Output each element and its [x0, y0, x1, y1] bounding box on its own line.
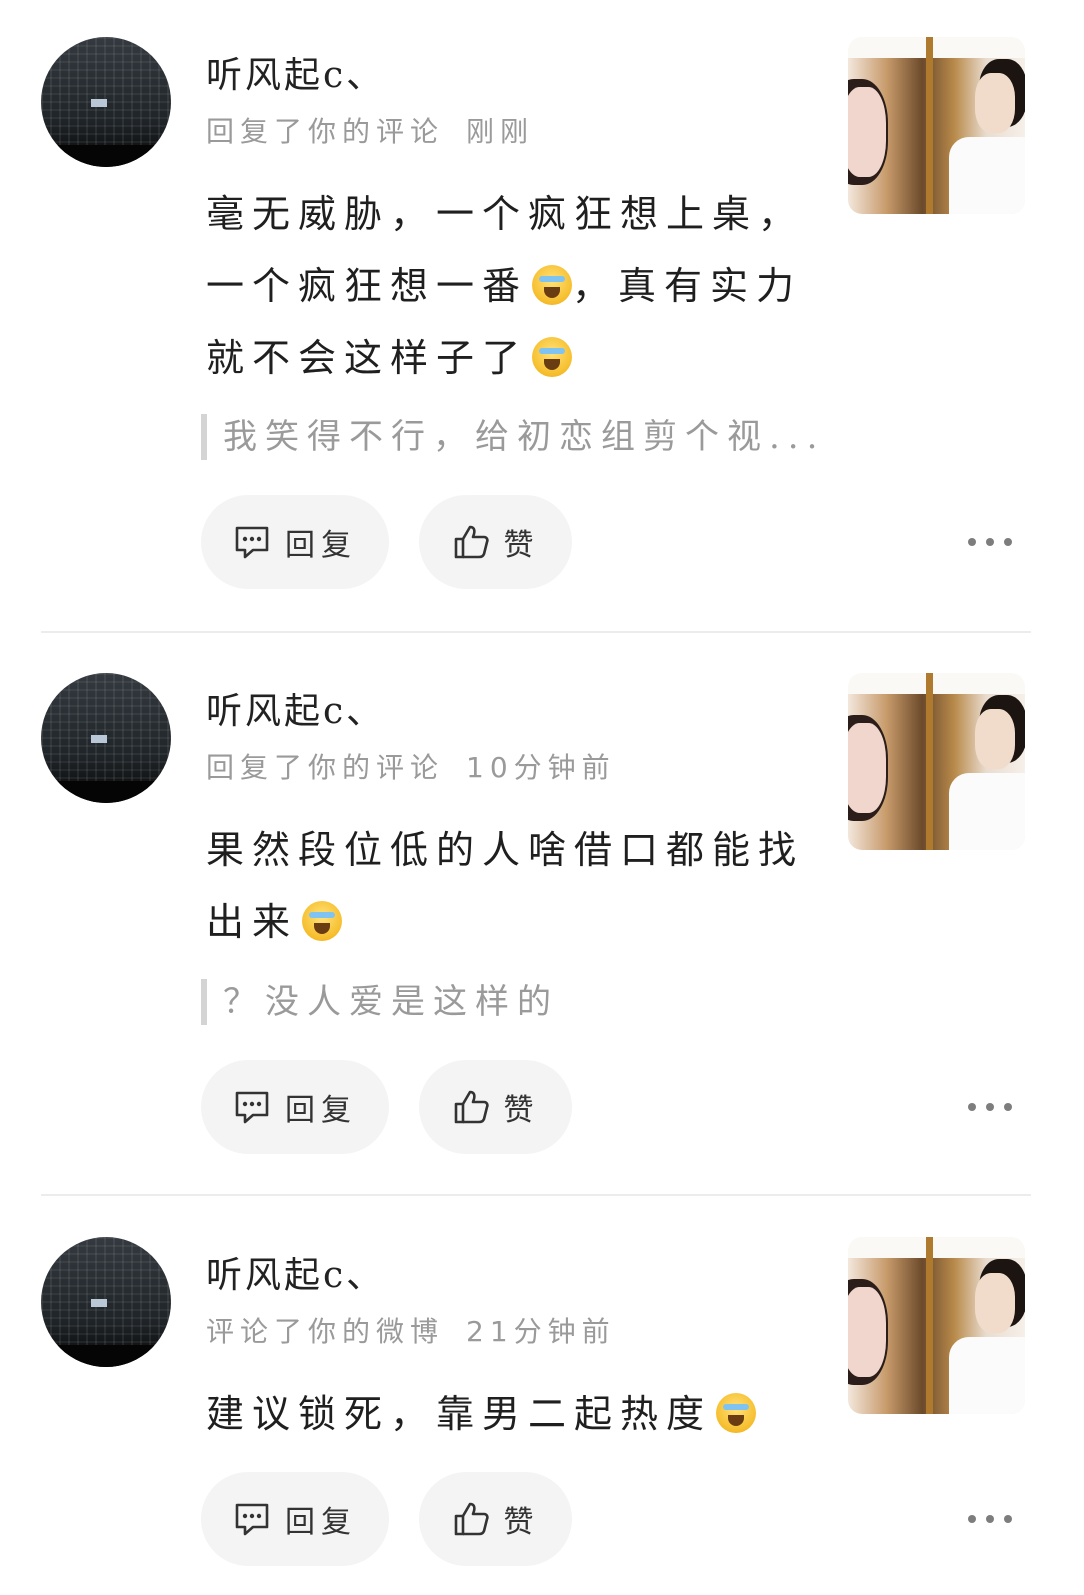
avatar-ground-decoration — [41, 1345, 171, 1367]
like-label: 赞 — [503, 528, 540, 563]
comment-body[interactable]: 建议锁死，靠男二起热度 — [206, 1378, 806, 1450]
quoted-comment[interactable]: ？没人爱是这样的 — [201, 979, 559, 1025]
thumbnail-figure-right — [975, 73, 1015, 133]
thumbnail-figure-left — [848, 723, 886, 813]
like-label: 赞 — [503, 1505, 540, 1540]
thumbnail-figure-right — [975, 709, 1015, 769]
more-options-icon[interactable] — [968, 1509, 1012, 1529]
comment-body[interactable]: 毫无威胁，一个疯狂想上桌， 一个疯狂想一番 ，真有实力 就不会这样子了 — [206, 178, 806, 394]
more-options-icon[interactable] — [968, 532, 1012, 552]
notification-meta: 回复了你的评论 刚刚 — [206, 110, 534, 150]
reply-button[interactable]: 回复 — [201, 1472, 389, 1566]
avatar-window-decoration — [91, 735, 107, 743]
like-button[interactable]: 赞 — [419, 1472, 572, 1566]
action-text: 回复了你的评论 — [206, 115, 445, 148]
reply-label: 回复 — [285, 528, 357, 563]
comment-line: 建议锁死，靠男二起热度 — [206, 1378, 806, 1450]
action-text: 回复了你的评论 — [206, 751, 445, 784]
thumbs-up-icon — [452, 1500, 490, 1538]
thumbnail-clothing — [949, 773, 1025, 850]
crying-laughing-emoji-icon — [532, 337, 573, 377]
notification-item[interactable]: 听风起c、 评论了你的微博 21分钟前 建议锁死，靠男二起热度 回复 赞 — [0, 1196, 1084, 1595]
crying-laughing-emoji-icon — [532, 265, 573, 305]
comment-line: 就不会这样子了 — [206, 322, 806, 394]
comment-icon — [233, 1089, 271, 1125]
timestamp: 10分钟前 — [466, 751, 616, 784]
user-avatar[interactable] — [41, 673, 171, 803]
username[interactable]: 听风起c、 — [206, 1246, 385, 1298]
avatar-ground-decoration — [41, 781, 171, 803]
comment-line: 一个疯狂想一番 ，真有实力 — [206, 264, 803, 308]
weibo-post-thumbnail[interactable] — [848, 1237, 1025, 1414]
comment-line: 出来 — [206, 886, 806, 958]
weibo-post-thumbnail[interactable] — [848, 673, 1025, 850]
thumbs-up-icon — [452, 1088, 490, 1126]
action-text: 评论了你的微博 — [206, 1315, 445, 1348]
like-label: 赞 — [503, 1093, 540, 1128]
quoted-comment[interactable]: 我笑得不行，给初恋组剪个视... — [201, 414, 825, 460]
comment-icon — [233, 524, 271, 560]
like-button[interactable]: 赞 — [419, 1060, 572, 1154]
username[interactable]: 听风起c、 — [206, 46, 385, 98]
weibo-post-thumbnail[interactable] — [848, 37, 1025, 214]
thumbnail-clothing — [949, 137, 1025, 214]
comment-line: 果然段位低的人啥借口都能找 — [206, 828, 805, 872]
thumbnail-figure-right — [975, 1273, 1015, 1333]
reply-label: 回复 — [285, 1093, 357, 1128]
thumbs-up-icon — [452, 523, 490, 561]
crying-laughing-emoji-icon — [716, 1393, 757, 1433]
avatar-ground-decoration — [41, 145, 171, 167]
thumbnail-figure-left — [848, 87, 886, 177]
reply-button[interactable]: 回复 — [201, 1060, 389, 1154]
more-options-icon[interactable] — [968, 1097, 1012, 1117]
reply-button[interactable]: 回复 — [201, 495, 389, 589]
thumbnail-figure-left — [848, 1287, 886, 1377]
avatar-window-decoration — [91, 99, 107, 107]
thumbnail-clothing — [949, 1337, 1025, 1414]
timestamp: 21分钟前 — [466, 1315, 616, 1348]
username[interactable]: 听风起c、 — [206, 682, 385, 734]
notification-item[interactable]: 听风起c、 回复了你的评论 刚刚 毫无威胁，一个疯狂想上桌， 一个疯狂想一番 ，真有… — [0, 0, 1084, 632]
like-button[interactable]: 赞 — [419, 495, 572, 589]
reply-label: 回复 — [285, 1505, 357, 1540]
notification-meta: 回复了你的评论 10分钟前 — [206, 746, 616, 786]
user-avatar[interactable] — [41, 37, 171, 167]
avatar-window-decoration — [91, 1299, 107, 1307]
comment-line: 毫无威胁，一个疯狂想上桌， — [206, 192, 805, 236]
notification-meta: 评论了你的微博 21分钟前 — [206, 1310, 616, 1350]
comment-body[interactable]: 果然段位低的人啥借口都能找 出来 — [206, 814, 806, 958]
user-avatar[interactable] — [41, 1237, 171, 1367]
timestamp: 刚刚 — [466, 115, 535, 148]
comment-icon — [233, 1501, 271, 1537]
crying-laughing-emoji-icon — [302, 901, 343, 941]
notification-item[interactable]: 听风起c、 回复了你的评论 10分钟前 果然段位低的人啥借口都能找 出来 ？没人爱… — [0, 633, 1084, 1195]
